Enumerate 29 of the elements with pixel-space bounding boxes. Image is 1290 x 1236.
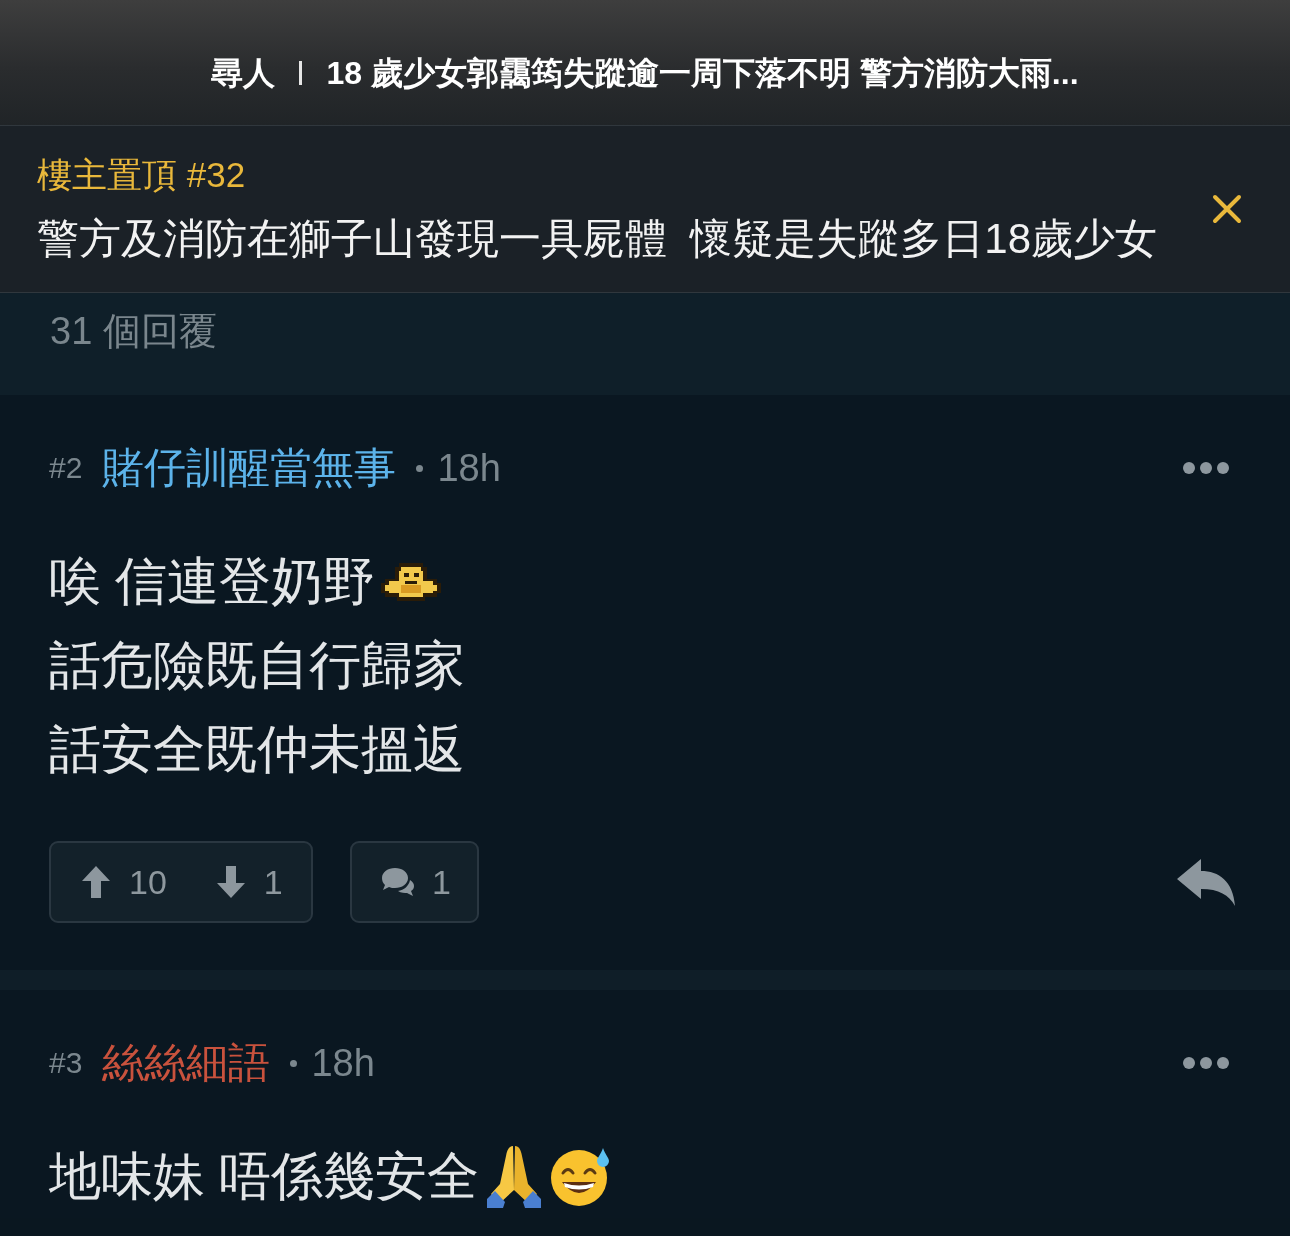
author-name[interactable]: 賭仔訓醒當無事	[102, 445, 397, 491]
post-text: 話危險既自行歸家	[49, 635, 465, 696]
reply-icon[interactable]	[1177, 858, 1235, 906]
thread-title: 18 歲少女郭靄筠失蹤逾一周下落不明 警方消防大雨...	[326, 53, 1079, 93]
separator-dot-icon	[290, 1059, 298, 1067]
up-arrow-icon	[82, 866, 110, 898]
chat-bubbles-icon	[382, 868, 414, 896]
category-label: 尋人	[211, 53, 276, 93]
pinned-label: 樓主置頂 #32	[37, 154, 246, 196]
pinned-text[interactable]: 警方及消防在獅子山發現一具屍體 懷疑是失蹤多日18歲少女	[37, 213, 1158, 265]
close-icon[interactable]	[1212, 194, 1242, 224]
grinning-sweat-face-icon	[549, 1146, 612, 1206]
post-number: #2	[49, 450, 83, 486]
author-name[interactable]: 絲絲細語	[102, 1040, 271, 1086]
reply-count: 31 個回覆	[50, 309, 217, 354]
post-text: 話安全既仲未搵返	[49, 719, 465, 780]
post-number: #3	[49, 1045, 83, 1081]
more-icon[interactable]	[1183, 462, 1229, 474]
post-text: 地味妹 唔係幾安全	[49, 1146, 480, 1207]
down-arrow-icon	[216, 866, 245, 898]
comment-button[interactable]: 1	[350, 841, 479, 923]
post-text: 唉 信連登奶野	[49, 551, 376, 612]
post-time: 18h	[311, 1041, 375, 1085]
post-time: 18h	[437, 446, 501, 490]
separator-dot-icon	[416, 464, 424, 472]
praying-hands-icon	[487, 1144, 542, 1208]
downvote-button[interactable]: 1	[216, 862, 283, 902]
more-icon[interactable]	[1183, 1057, 1229, 1069]
upvote-button[interactable]: 10	[82, 862, 167, 902]
